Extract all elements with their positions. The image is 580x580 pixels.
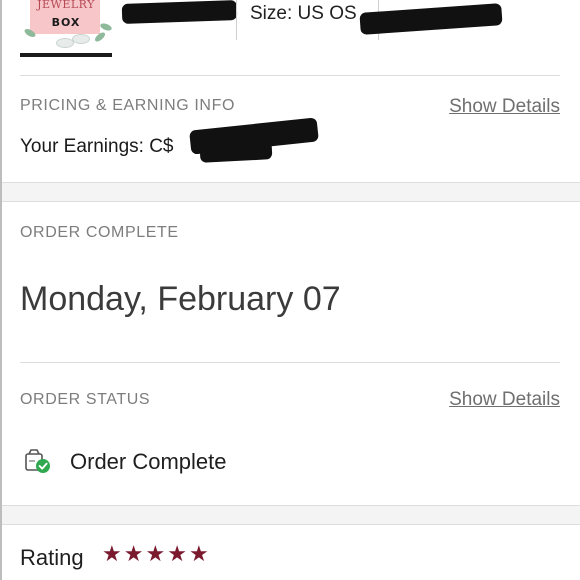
order-status-text: Order Complete: [70, 449, 227, 474]
divider: [236, 0, 237, 40]
section-separator-band: [2, 505, 580, 525]
redacted-earnings: [199, 141, 273, 163]
star-icon: ★: [123, 541, 144, 566]
your-earnings-label: Your Earnings: C$: [20, 136, 174, 157]
pricing-show-details-link[interactable]: Show Details: [449, 96, 560, 118]
star-icon: ★: [167, 541, 187, 566]
divider: [20, 75, 560, 76]
redacted-brand: [359, 3, 503, 35]
rating-label: Rating: [20, 545, 84, 570]
star-icon: ★: [102, 541, 122, 566]
order-complete-section-title: ORDER COMPLETE: [20, 224, 179, 241]
order-complete-icon: [24, 449, 52, 475]
left-border: [0, 0, 2, 580]
section-separator-band: [2, 182, 580, 202]
product-size: Size: US OS: [250, 3, 357, 24]
product-thumbnail[interactable]: JEWELRY BOX: [20, 0, 112, 57]
star-icon: ★: [188, 541, 209, 566]
order-status-section-title: ORDER STATUS: [20, 391, 151, 408]
flower-decoration: [72, 34, 90, 44]
rating-stars: ★ ★ ★ ★ ★: [102, 543, 209, 565]
order-status-show-details-link[interactable]: Show Details: [449, 389, 560, 411]
thumbnail-subtitle-text: BOX: [51, 16, 81, 29]
redacted-price: [121, 0, 238, 25]
star-icon: ★: [145, 541, 166, 566]
divider: [20, 362, 560, 363]
order-complete-date: Monday, February 07: [20, 280, 341, 318]
pricing-section-title: PRICING & EARNING INFO: [20, 97, 235, 114]
product-summary-row: JEWELRY BOX Size: US OS: [0, 0, 580, 75]
thumbnail-title-text: JEWELRY: [37, 0, 95, 11]
